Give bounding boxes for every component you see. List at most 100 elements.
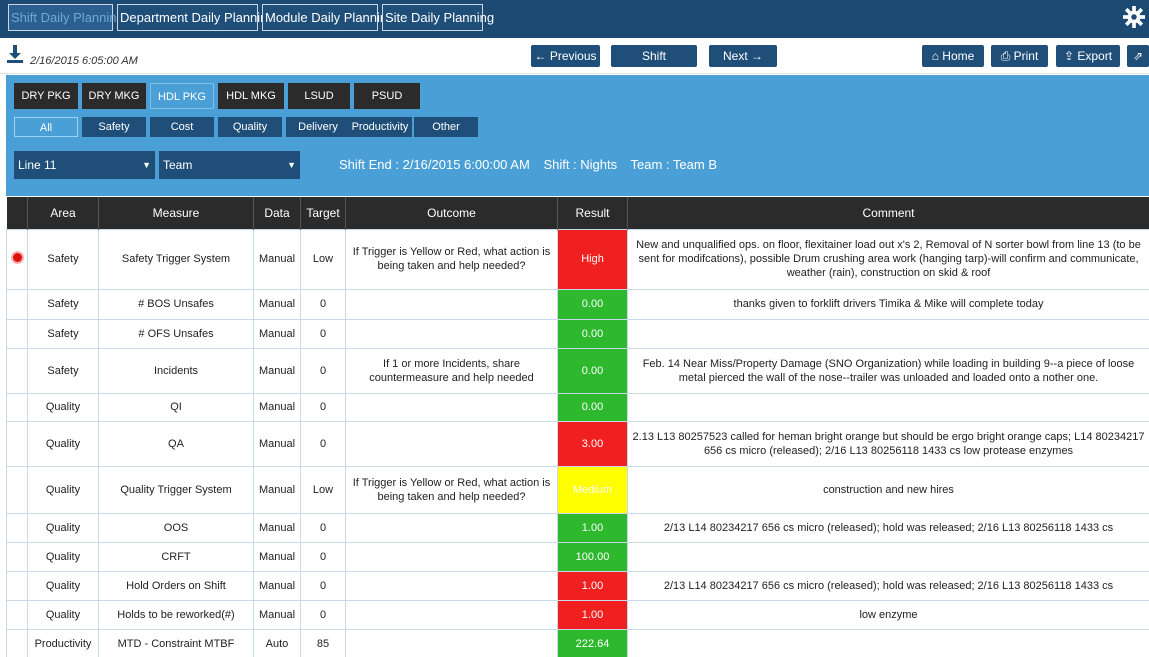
comment-cell[interactable]: New and unqualified ops. on floor, flexi… — [627, 228, 1149, 290]
outcome-cell[interactable] — [345, 392, 558, 422]
outcome-cell[interactable] — [345, 420, 558, 467]
measure-cell: QI — [98, 392, 254, 422]
col-header-measure[interactable]: Measure — [98, 197, 254, 229]
chevron-down-icon: ▼ — [142, 160, 151, 170]
filter-tab-other[interactable]: Other — [414, 117, 478, 137]
area-cell: Quality — [27, 599, 99, 630]
table-row[interactable]: Quality CRFT Manual 0 100.00 — [6, 541, 1149, 572]
table-row[interactable]: Safety # OFS Unsafes Manual 0 0.00 — [6, 318, 1149, 349]
col-header-comment[interactable]: Comment — [627, 197, 1149, 229]
table-row[interactable]: Safety Safety Trigger System Manual Low If T… — [6, 228, 1149, 290]
filter-tab-productivity[interactable]: Productivity — [348, 117, 412, 137]
table-row[interactable]: Quality QI Manual 0 0.00 — [6, 392, 1149, 422]
outcome-cell[interactable] — [345, 628, 558, 657]
comment-cell[interactable] — [627, 392, 1149, 422]
chevron-down-icon: ▼ — [287, 160, 296, 170]
tab-site-daily-planning[interactable]: Site Daily Planning — [382, 4, 494, 31]
dept-tab-hdl-mkg[interactable]: HDL MKG — [218, 83, 284, 109]
row-flag-cell — [6, 347, 28, 394]
filter-tab-cost[interactable]: Cost — [150, 117, 214, 137]
comment-cell[interactable] — [627, 628, 1149, 657]
dept-tab-dry-pkg[interactable]: DRY PKG — [14, 83, 78, 109]
target-cell: 0 — [300, 599, 346, 630]
comment-cell[interactable]: thanks given to forklift drivers Timika … — [627, 288, 1149, 320]
outcome-cell[interactable] — [345, 570, 558, 601]
line-select[interactable]: Line 11 ▼ — [14, 151, 155, 179]
col-header-data[interactable]: Data — [253, 197, 301, 229]
measure-cell: # OFS Unsafes — [98, 318, 254, 349]
measure-cell: MTD - Constraint MTBF — [98, 628, 254, 657]
result-cell: Medium — [557, 465, 628, 514]
shift-button[interactable]: Shift — [611, 45, 697, 67]
table-row[interactable]: Quality Quality Trigger System Manual Low If… — [6, 465, 1149, 514]
team-select[interactable]: Team ▼ — [159, 151, 300, 179]
measure-cell: Holds to be reworked(#) — [98, 599, 254, 630]
outcome-cell[interactable] — [345, 512, 558, 543]
filter-tab-all[interactable]: All — [14, 117, 78, 137]
data-cell: Manual — [253, 599, 301, 630]
filter-tab-delivery[interactable]: Delivery — [286, 117, 350, 137]
area-cell: Quality — [27, 541, 99, 572]
area-cell: Quality — [27, 512, 99, 543]
comment-cell[interactable]: 2/13 L14 80234217 656 cs micro (released… — [627, 570, 1149, 601]
table-row[interactable]: Safety # BOS Unsafes Manual 0 0.00 thanks giv… — [6, 288, 1149, 320]
download-icon[interactable] — [6, 44, 24, 64]
col-header-result[interactable]: Result — [557, 197, 628, 229]
row-flag-cell — [6, 288, 28, 320]
gear-icon[interactable] — [1123, 6, 1145, 28]
outcome-cell[interactable] — [345, 318, 558, 349]
col-header-area[interactable]: Area — [27, 197, 99, 229]
home-button[interactable]: ⌂ Home — [922, 45, 984, 67]
row-flag-cell — [6, 570, 28, 601]
row-flag-cell — [6, 541, 28, 572]
area-cell: Quality — [27, 420, 99, 467]
table-row[interactable]: Quality Hold Orders on Shift Manual 0 1.00 2/… — [6, 570, 1149, 601]
area-cell: Quality — [27, 465, 99, 514]
target-cell: 0 — [300, 570, 346, 601]
table-row[interactable]: Safety Incidents Manual 0 If 1 or more Incid… — [6, 347, 1149, 394]
print-button[interactable]: ⎙ Print — [991, 45, 1048, 67]
table-row[interactable]: Productivity MTD - Constraint MTBF Auto 85 2… — [6, 628, 1149, 657]
result-cell: 0.00 — [557, 392, 628, 422]
filter-tab-quality[interactable]: Quality — [218, 117, 282, 137]
dept-tab-psud[interactable]: PSUD — [354, 83, 420, 109]
line-select-value: Line 11 — [18, 158, 57, 172]
popout-button[interactable]: ⇗ — [1127, 45, 1149, 67]
shift-end: Shift End : 2/16/2015 6:00:00 AM — [339, 157, 530, 172]
comment-cell[interactable]: construction and new hires — [627, 465, 1149, 514]
comment-cell[interactable] — [627, 541, 1149, 572]
outcome-cell[interactable] — [345, 288, 558, 320]
toolbar: 2/16/2015 6:05:00 AM ← Previous Shift Ne… — [0, 38, 1149, 74]
result-cell: 3.00 — [557, 420, 628, 467]
outcome-cell[interactable] — [345, 541, 558, 572]
dept-tab-lsud[interactable]: LSUD — [288, 83, 350, 109]
export-button[interactable]: ⇪ Export — [1056, 45, 1120, 67]
dept-tab-dry-mkg[interactable]: DRY MKG — [82, 83, 146, 109]
previous-button[interactable]: ← Previous — [531, 45, 600, 67]
data-cell: Manual — [253, 541, 301, 572]
comment-cell[interactable]: 2.13 L13 80257523 called for heman brigh… — [627, 420, 1149, 467]
comment-cell[interactable]: 2/13 L14 80234217 656 cs micro (released… — [627, 512, 1149, 543]
col-header-outcome[interactable]: Outcome — [345, 197, 558, 229]
outcome-cell[interactable]: If Trigger is Yellow or Red, what action… — [345, 228, 558, 290]
target-cell: Low — [300, 228, 346, 290]
comment-cell[interactable]: low enzyme — [627, 599, 1149, 630]
data-cell: Manual — [253, 318, 301, 349]
next-button[interactable]: Next → — [709, 45, 777, 67]
table-row[interactable]: Quality OOS Manual 0 1.00 2/13 L14 80234217 6… — [6, 512, 1149, 543]
tab-department-daily-planning[interactable]: Department Daily Planning — [117, 4, 275, 31]
filter-tab-safety[interactable]: Safety — [82, 117, 146, 137]
top-nav: Shift Daily Planning Department Daily Pl… — [0, 0, 1149, 38]
tab-shift-daily-planning[interactable]: Shift Daily Planning — [8, 4, 124, 31]
dept-tab-hdl-pkg[interactable]: HDL PKG — [150, 83, 214, 109]
table-row[interactable]: Quality QA Manual 0 3.00 2.13 L13 80257523 ca… — [6, 420, 1149, 467]
col-header-target[interactable]: Target — [300, 197, 346, 229]
result-cell: 100.00 — [557, 541, 628, 572]
outcome-cell[interactable] — [345, 599, 558, 630]
outcome-cell[interactable]: If 1 or more Incidents, share countermea… — [345, 347, 558, 394]
tab-module-daily-planning[interactable]: Module Daily Planning — [262, 4, 394, 31]
table-row[interactable]: Quality Holds to be reworked(#) Manual 0 1.0… — [6, 599, 1149, 630]
comment-cell[interactable] — [627, 318, 1149, 349]
comment-cell[interactable]: Feb. 14 Near Miss/Property Damage (SNO O… — [627, 347, 1149, 394]
outcome-cell[interactable]: If Trigger is Yellow or Red, what action… — [345, 465, 558, 514]
